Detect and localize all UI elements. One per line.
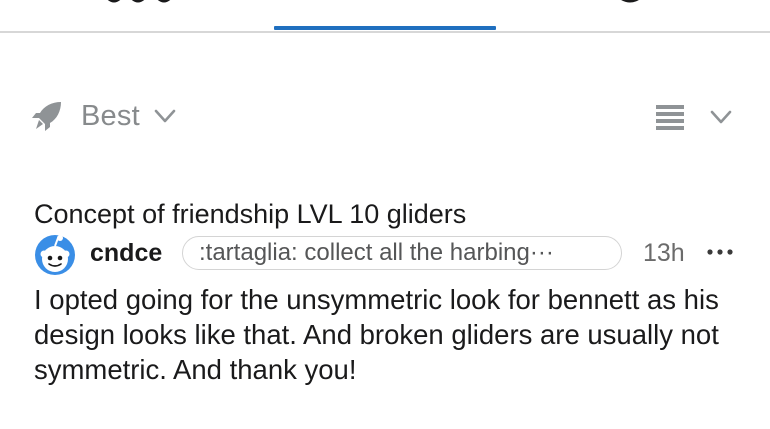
sort-button[interactable]: Best	[30, 96, 178, 136]
rocket-icon	[30, 99, 64, 133]
username[interactable]: cndce	[90, 239, 162, 268]
sort-label: Best	[81, 99, 140, 132]
comment-body: I opted going for the unsymmetric look f…	[34, 284, 719, 385]
tab-cutoff-right[interactable]	[612, 0, 652, 4]
snoo-avatar-icon[interactable]	[34, 234, 76, 276]
post-title[interactable]: Concept of friendship LVL 10 gliders	[34, 196, 744, 232]
user-flair: :tartaglia: collect all the harbing···	[182, 236, 622, 270]
active-tab-indicator	[274, 26, 496, 30]
list-view-icon	[654, 101, 686, 133]
chevron-down-icon	[708, 104, 734, 130]
tab-cutoff-left[interactable]	[104, 0, 184, 4]
comment: Concept of friendship LVL 10 gliders cnd…	[34, 196, 744, 387]
tab-bar	[0, 0, 770, 33]
view-mode-button[interactable]	[654, 98, 734, 136]
sort-row: Best	[0, 92, 770, 140]
tab-divider	[0, 31, 770, 33]
timestamp: 13h	[643, 239, 685, 267]
comment-meta: cndce :tartaglia: collect all the harbin…	[34, 234, 744, 278]
more-options-icon[interactable]	[706, 242, 734, 262]
chevron-down-icon	[152, 103, 178, 129]
